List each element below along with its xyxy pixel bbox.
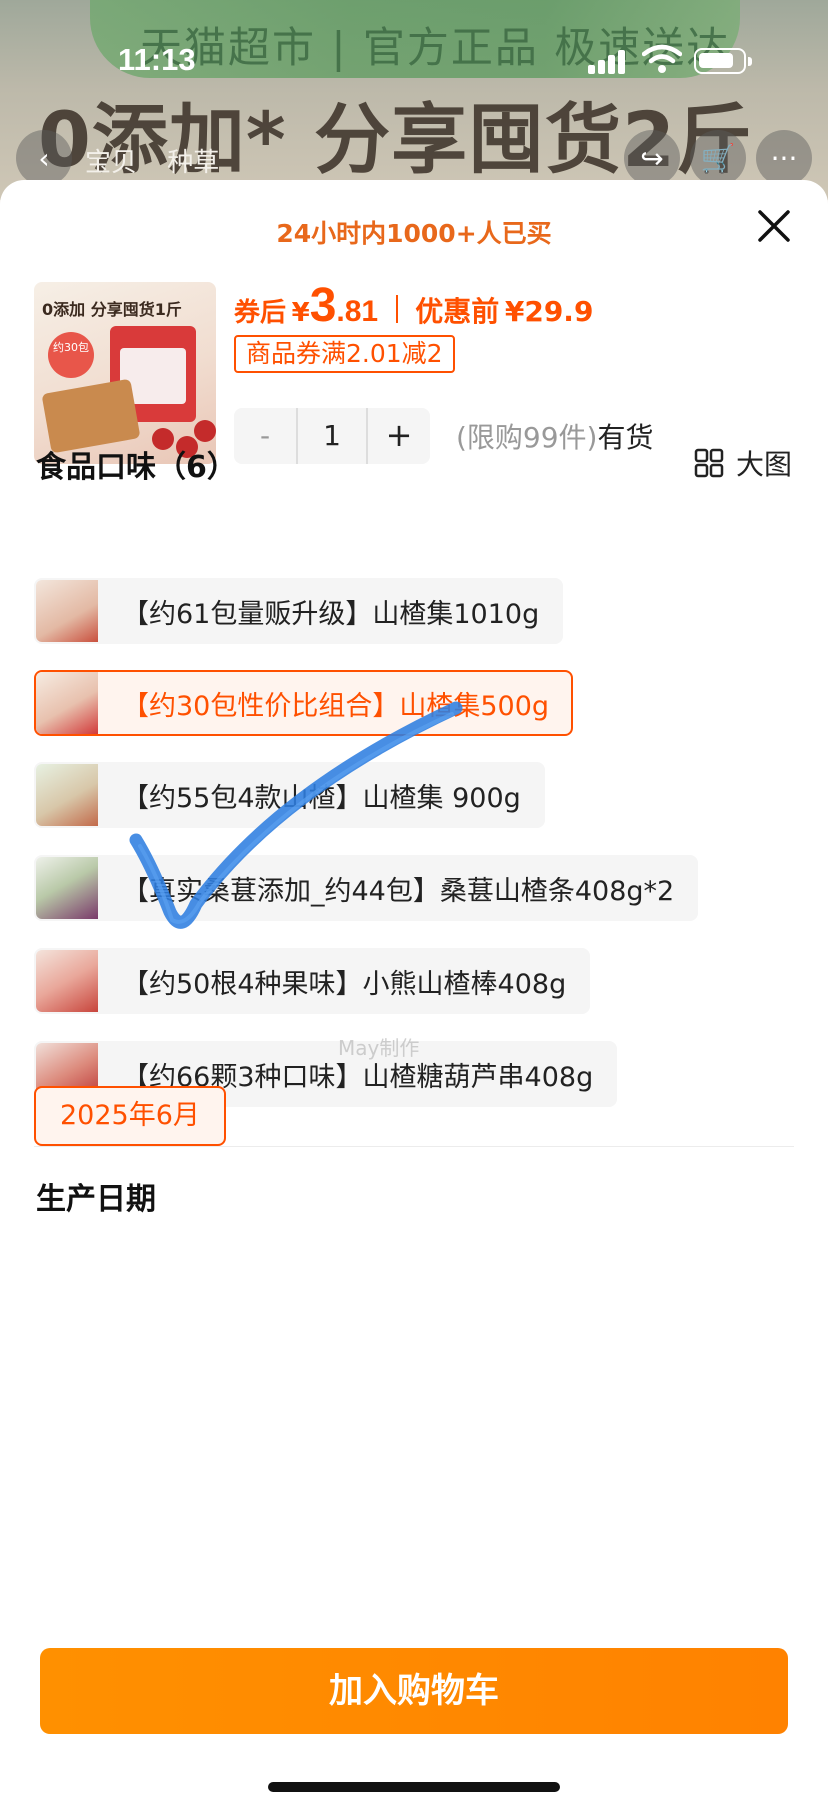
flavor-option[interactable]: 【约55包4款山楂】山楂集 900g [34,762,545,828]
flavor-option-label: 【约50根4种果味】小熊山楂棒408g [122,968,567,1000]
purchase-limit: (限购99件) [456,421,598,454]
flavor-option-label: 【约61包量贩升级】山楂集1010g [122,598,540,630]
chevron-left-icon: ‹ [38,141,50,175]
home-indicator[interactable] [268,1782,560,1792]
thumbnail-badge: 约30包 [48,332,94,378]
currency-symbol: ¥ [291,298,310,328]
flavor-option-label: 【真实桑葚添加_约44包】桑葚山楂条408g*2 [122,875,675,907]
flavor-option-image [36,764,98,826]
page-tabs: 宝贝 种草 [85,142,241,179]
watermark-text: May制作 [338,1036,420,1060]
flavor-option[interactable]: 【约50根4种果味】小熊山楂棒408g [34,948,591,1014]
date-section-title: 生产日期 [36,1182,156,1217]
big-image-toggle[interactable]: 大图 [694,443,792,483]
flavor-section-title: 食品口味（6） [36,450,237,485]
price-integer: 3 [309,279,337,332]
quantity-value[interactable]: 1 [296,408,368,464]
tab-product[interactable]: 宝贝 [85,148,137,178]
battery-icon [694,48,752,74]
social-proof-text: 24小时内1000+人已买 [276,219,552,248]
cart-button[interactable]: 🛒 [690,130,746,186]
flavor-option-image [36,672,98,734]
product-thumbnail[interactable]: 0添加 分享囤货1斤 约30包 [34,282,216,464]
original-price-label: 优惠前 [415,295,500,328]
add-to-cart-button[interactable]: 加入购物车 [40,1648,788,1734]
more-icon: ··· [770,141,798,175]
section-divider [34,1146,794,1147]
price-separator [395,295,398,323]
flavor-option-label: 【约55包4款山楂】山楂集 900g [122,782,521,814]
status-bar: 11:13 [0,0,828,110]
original-price: ¥29.9 [504,295,594,328]
close-icon[interactable] [750,202,798,250]
tab-seeding[interactable]: 种草 [167,148,219,178]
price-decimal: .81 [336,295,379,328]
stock-status: 有货 [597,421,654,454]
flavor-option-selected[interactable]: 【约30包性价比组合】山楂集500g [34,670,574,736]
coupon-badge: 商品券满2.01减2 [234,335,455,373]
flavor-option-image [36,950,98,1012]
back-button[interactable]: ‹ [16,130,72,186]
flavor-option[interactable]: 【约61包量贩升级】山楂集1010g [34,578,564,644]
share-button[interactable]: ↪ [624,130,680,186]
flavor-option-image [36,857,98,919]
big-image-label: 大图 [735,448,792,481]
more-button[interactable]: ··· [756,130,812,186]
quantity-stepper: - 1 + [234,408,430,464]
share-icon: ↪ [640,141,664,175]
sku-selector-sheet: 24小时内1000+人已买 0添加 分享囤货1斤 约30包 券后 ¥3.81 优… [0,180,828,1800]
flavor-option-label: 【约30包性价比组合】山楂集500g [122,690,550,722]
price-row: 券后 ¥3.81 优惠前 ¥29.9 [234,278,593,333]
status-time: 11:13 [118,42,196,77]
price-label: 券后 [234,298,287,328]
production-date-option[interactable]: 2025年6月 [34,1086,226,1146]
thumbnail-berry-art [194,420,216,442]
cart-icon: 🛒 [700,141,736,175]
cellular-signal-icon [588,50,625,74]
increase-quantity-button[interactable]: + [368,408,430,464]
flavor-option-image [36,580,98,642]
stock-info: (限购99件)有货 [456,416,654,456]
thumbnail-caption: 0添加 分享囤货1斤 [42,300,182,319]
wifi-icon [642,44,682,73]
flavor-option[interactable]: 【真实桑葚添加_约44包】桑葚山楂条408g*2 [34,855,699,921]
grid-icon [694,448,724,478]
decrease-quantity-button[interactable]: - [234,408,296,464]
